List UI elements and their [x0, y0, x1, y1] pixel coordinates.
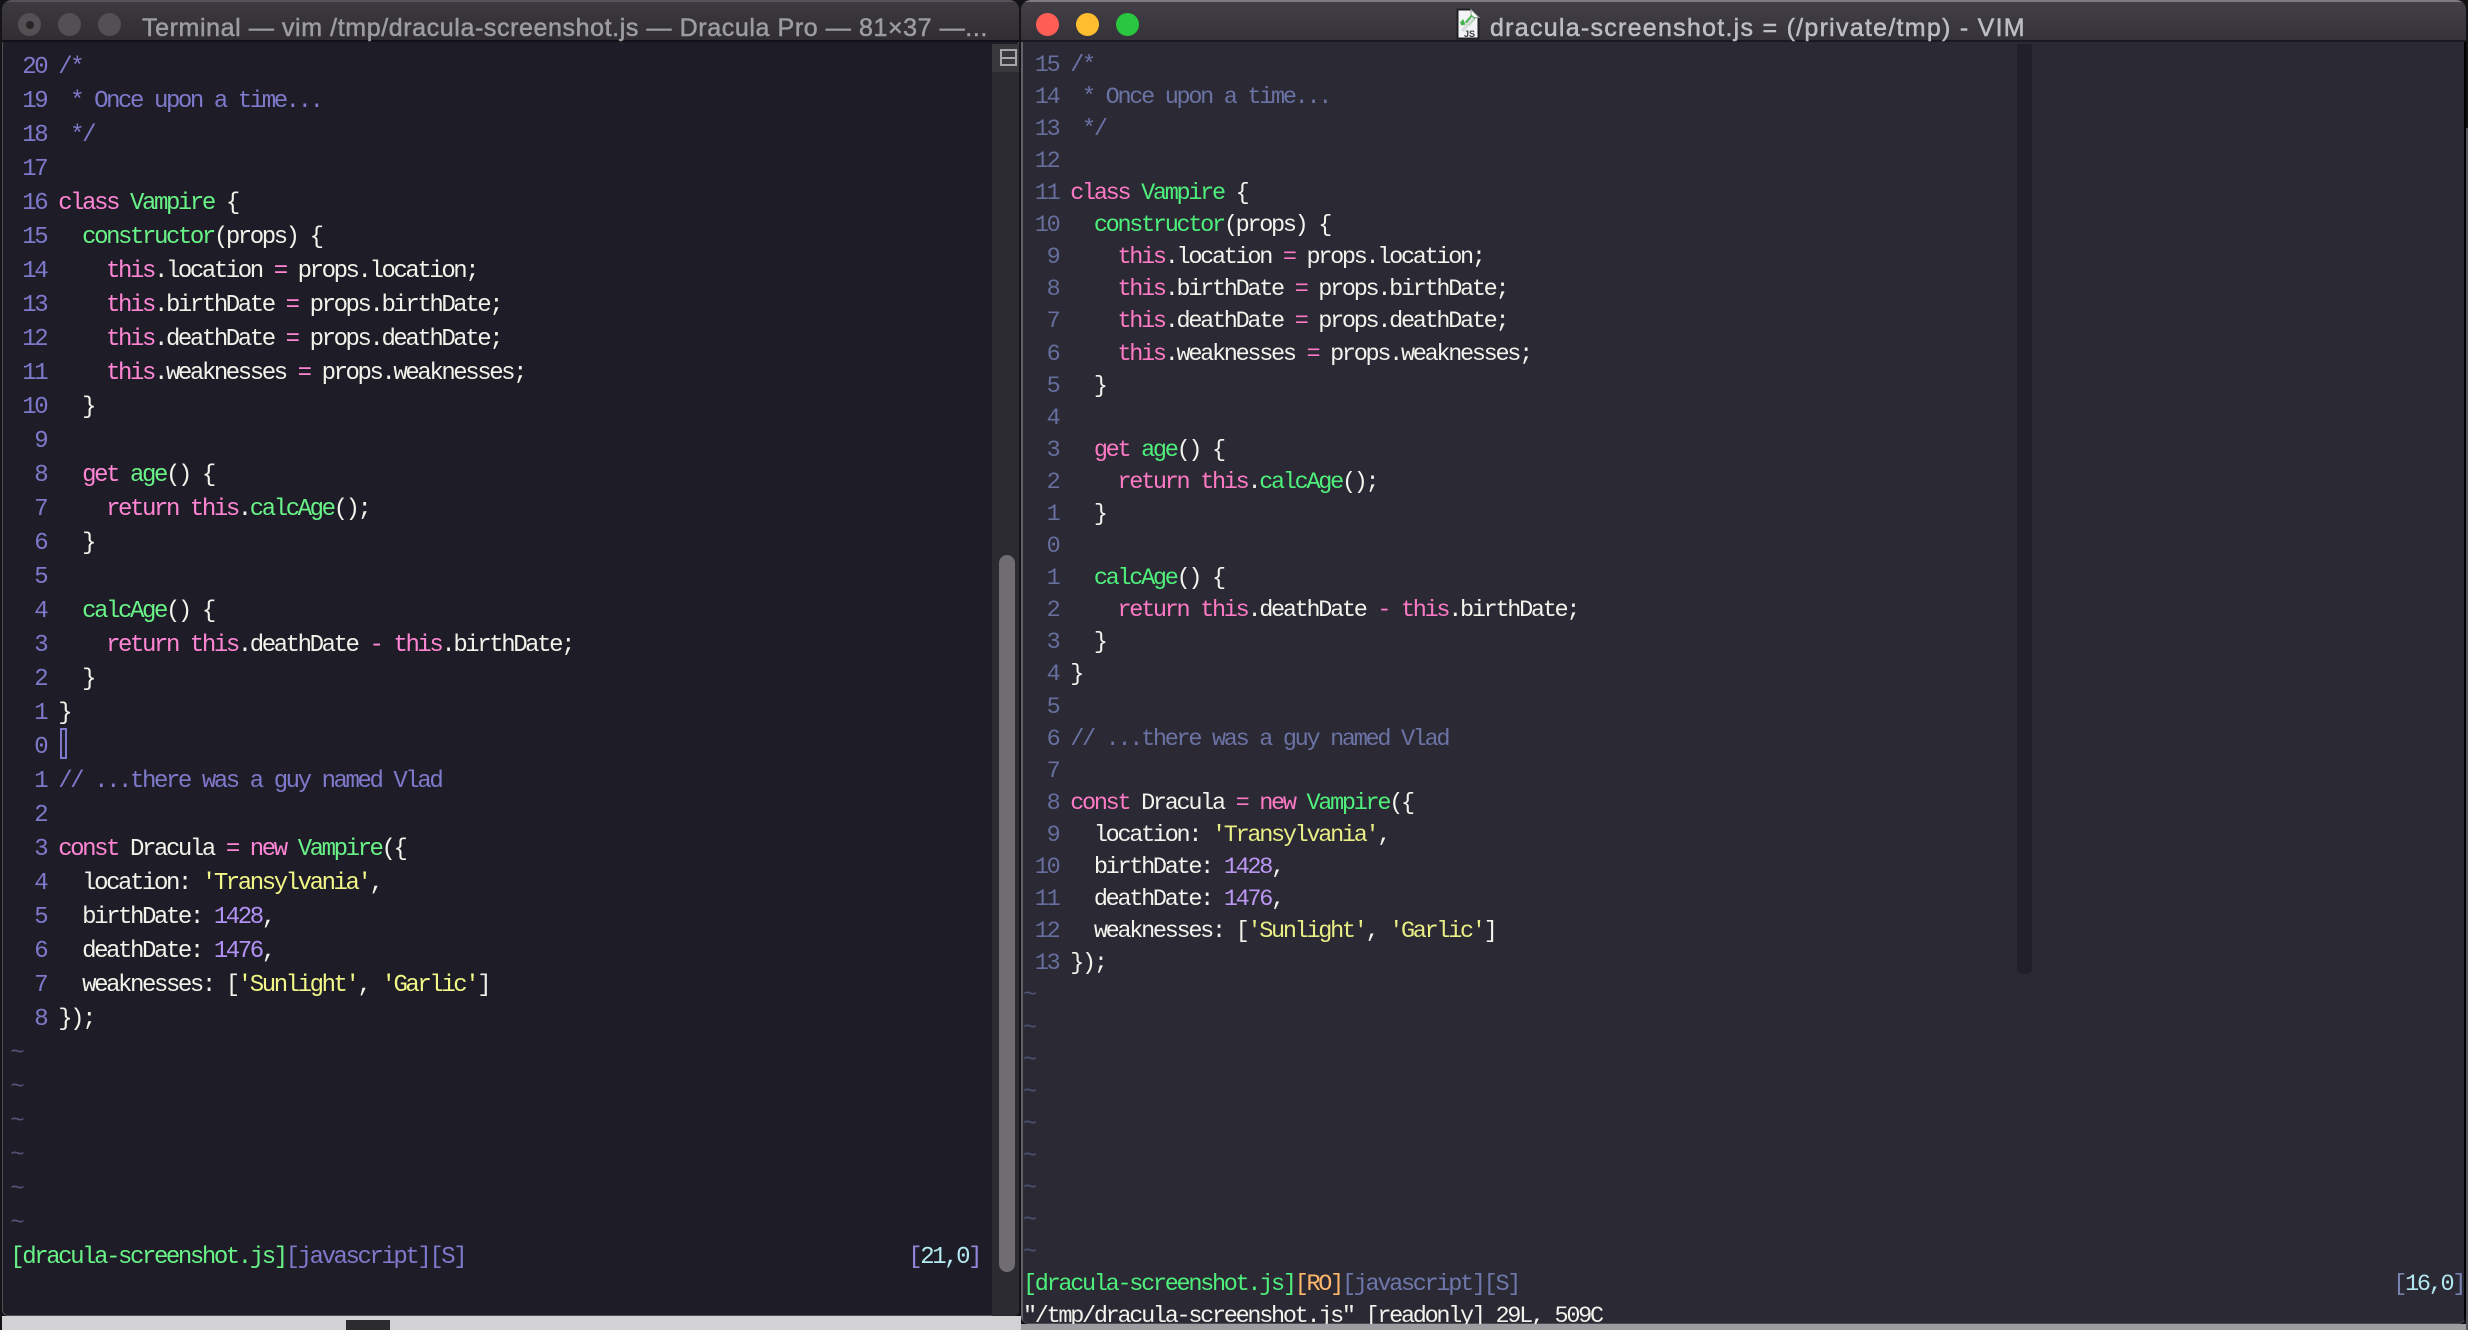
svg-text:JS: JS — [1464, 29, 1475, 39]
